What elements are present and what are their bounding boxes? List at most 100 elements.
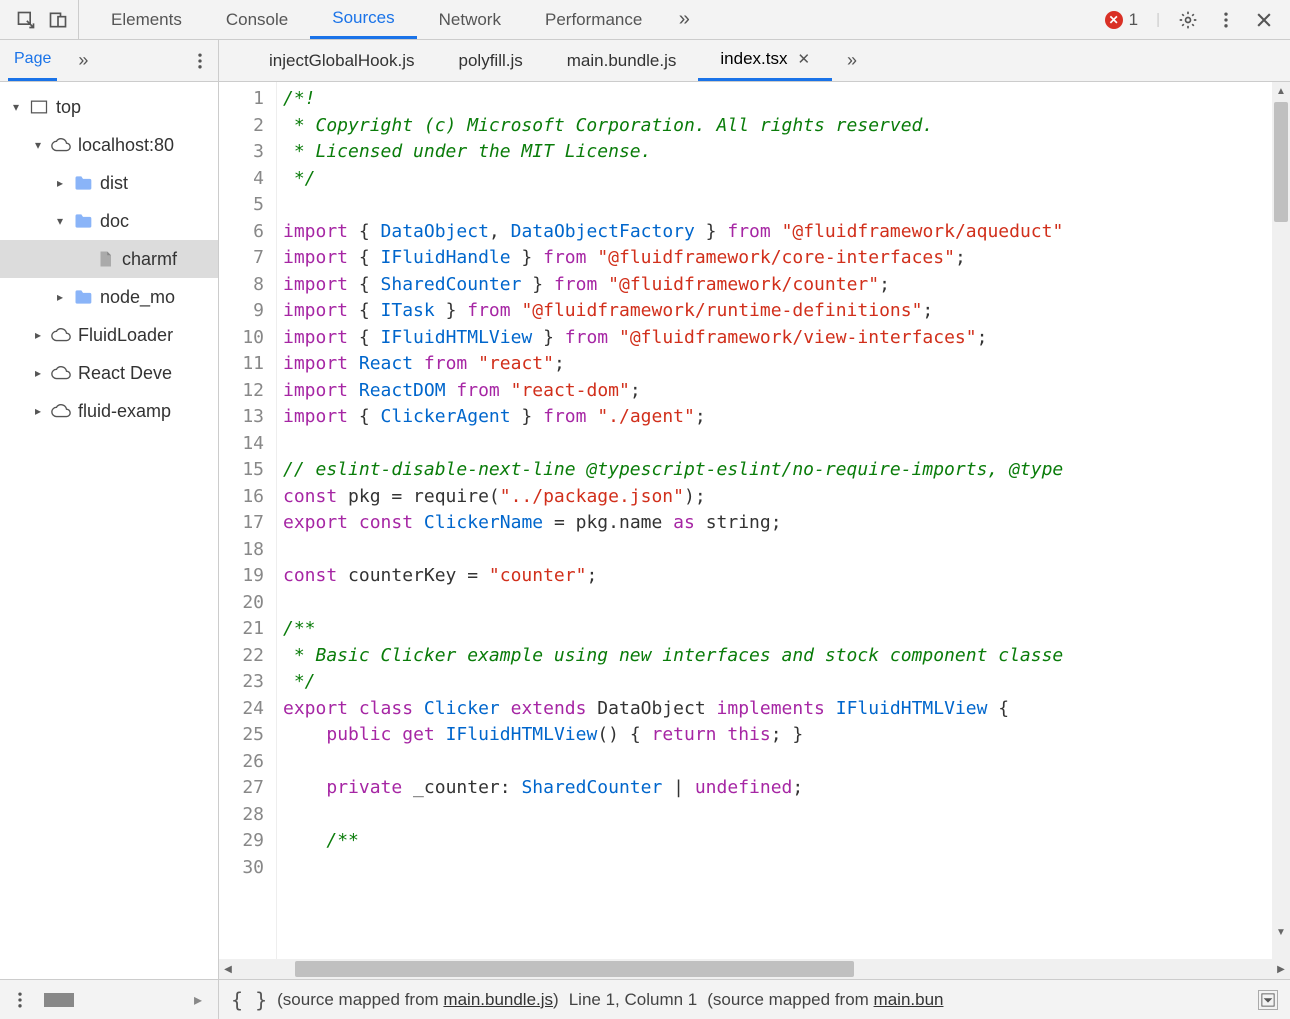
coverage-icon[interactable] — [1258, 990, 1278, 1010]
panel-tab-sources[interactable]: Sources — [310, 0, 416, 39]
expand-drawer-icon[interactable] — [10, 990, 30, 1010]
code-line[interactable]: import { SharedCounter } from "@fluidfra… — [283, 272, 1290, 299]
caret-right-icon[interactable] — [32, 366, 44, 380]
horizontal-scroll-thumb[interactable] — [295, 961, 854, 977]
line-number[interactable]: 27 — [219, 775, 264, 802]
line-number[interactable]: 20 — [219, 590, 264, 617]
line-number[interactable]: 23 — [219, 669, 264, 696]
line-number[interactable]: 13 — [219, 404, 264, 431]
panel-tab-performance[interactable]: Performance — [523, 0, 664, 39]
tree-row[interactable]: FluidLoader — [0, 316, 218, 354]
line-number[interactable]: 24 — [219, 696, 264, 723]
code-line[interactable]: /*! — [283, 86, 1290, 113]
line-number[interactable]: 21 — [219, 616, 264, 643]
line-number[interactable]: 15 — [219, 457, 264, 484]
more-file-tabs-icon[interactable]: » — [842, 51, 862, 71]
settings-gear-icon[interactable] — [1178, 10, 1198, 30]
code-line[interactable] — [283, 855, 1290, 882]
line-number[interactable]: 7 — [219, 245, 264, 272]
line-number[interactable]: 25 — [219, 722, 264, 749]
mapped-link[interactable]: main.bundle.js — [443, 990, 553, 1009]
tree-row[interactable]: dist — [0, 164, 218, 202]
code-line[interactable]: public get IFluidHTMLView() { return thi… — [283, 722, 1290, 749]
close-tab-icon[interactable]: ✕ — [797, 50, 810, 68]
close-devtools-icon[interactable] — [1254, 10, 1274, 30]
code-content[interactable]: /*! * Copyright (c) Microsoft Corporatio… — [277, 82, 1290, 959]
line-number[interactable]: 2 — [219, 113, 264, 140]
navigator-menu-icon[interactable] — [190, 51, 210, 71]
device-toggle-icon[interactable] — [48, 10, 68, 30]
drag-handle-icon[interactable] — [44, 993, 74, 1007]
caret-right-icon[interactable] — [54, 176, 66, 190]
code-line[interactable]: const counterKey = "counter"; — [283, 563, 1290, 590]
more-navigator-tabs-icon[interactable]: » — [73, 51, 93, 71]
inspect-element-icon[interactable] — [16, 10, 36, 30]
line-number[interactable]: 28 — [219, 802, 264, 829]
line-number[interactable]: 8 — [219, 272, 264, 299]
line-number[interactable]: 30 — [219, 855, 264, 882]
caret-right-icon[interactable] — [32, 328, 44, 342]
tree-row[interactable]: top — [0, 88, 218, 126]
code-line[interactable]: * Basic Clicker example using new interf… — [283, 643, 1290, 670]
line-number[interactable]: 22 — [219, 643, 264, 670]
line-number[interactable]: 11 — [219, 351, 264, 378]
line-number[interactable]: 19 — [219, 563, 264, 590]
line-number[interactable]: 18 — [219, 537, 264, 564]
code-line[interactable]: import { IFluidHandle } from "@fluidfram… — [283, 245, 1290, 272]
line-number[interactable]: 10 — [219, 325, 264, 352]
line-number[interactable]: 17 — [219, 510, 264, 537]
file-tab[interactable]: injectGlobalHook.js — [247, 40, 437, 81]
pretty-print-icon[interactable]: { } — [231, 988, 267, 1012]
drawer-chevron-icon[interactable]: ▸ — [188, 990, 208, 1010]
toggle-navigator-icon[interactable] — [227, 51, 247, 71]
panel-tab-console[interactable]: Console — [204, 0, 310, 39]
tree-row[interactable]: React Deve — [0, 354, 218, 392]
line-number[interactable]: 26 — [219, 749, 264, 776]
line-number[interactable]: 29 — [219, 828, 264, 855]
file-tab[interactable]: main.bundle.js — [545, 40, 699, 81]
code-line[interactable]: private _counter: SharedCounter | undefi… — [283, 775, 1290, 802]
code-line[interactable] — [283, 590, 1290, 617]
mapped-link-2[interactable]: main.bun — [874, 990, 944, 1009]
scroll-down-icon[interactable]: ▼ — [1272, 923, 1290, 941]
vertical-scroll-thumb[interactable] — [1274, 102, 1288, 222]
line-number[interactable]: 4 — [219, 166, 264, 193]
caret-right-icon[interactable] — [32, 404, 44, 418]
scroll-up-icon[interactable]: ▲ — [1272, 82, 1290, 100]
code-line[interactable]: export class Clicker extends DataObject … — [283, 696, 1290, 723]
code-line[interactable]: */ — [283, 166, 1290, 193]
tree-row[interactable]: doc — [0, 202, 218, 240]
vertical-scrollbar[interactable]: ▲ ▼ — [1272, 82, 1290, 959]
code-line[interactable]: /** — [283, 828, 1290, 855]
code-line[interactable] — [283, 749, 1290, 776]
code-line[interactable] — [283, 431, 1290, 458]
code-line[interactable]: /** — [283, 616, 1290, 643]
line-number[interactable]: 5 — [219, 192, 264, 219]
code-line[interactable]: */ — [283, 669, 1290, 696]
file-tab[interactable]: polyfill.js — [437, 40, 545, 81]
error-badge[interactable]: ✕ 1 — [1105, 10, 1138, 30]
code-line[interactable]: import React from "react"; — [283, 351, 1290, 378]
tree-row[interactable]: fluid-examp — [0, 392, 218, 430]
code-line[interactable]: import { ITask } from "@fluidframework/r… — [283, 298, 1290, 325]
tree-row[interactable]: localhost:80 — [0, 126, 218, 164]
line-number[interactable]: 16 — [219, 484, 264, 511]
caret-down-icon[interactable] — [10, 100, 22, 114]
code-line[interactable] — [283, 802, 1290, 829]
caret-down-icon[interactable] — [32, 138, 44, 152]
kebab-menu-icon[interactable] — [1216, 10, 1236, 30]
caret-right-icon[interactable] — [54, 290, 66, 304]
code-line[interactable]: import { ClickerAgent } from "./agent"; — [283, 404, 1290, 431]
line-number[interactable]: 3 — [219, 139, 264, 166]
panel-tab-elements[interactable]: Elements — [89, 0, 204, 39]
code-line[interactable]: // eslint-disable-next-line @typescript-… — [283, 457, 1290, 484]
code-line[interactable]: * Licensed under the MIT License. — [283, 139, 1290, 166]
code-line[interactable] — [283, 537, 1290, 564]
tree-row[interactable]: node_mo — [0, 278, 218, 316]
scroll-left-icon[interactable]: ◀ — [219, 964, 237, 975]
caret-down-icon[interactable] — [54, 214, 66, 228]
line-number[interactable]: 14 — [219, 431, 264, 458]
horizontal-scrollbar[interactable]: ◀ ▶ — [219, 959, 1290, 979]
line-number[interactable]: 9 — [219, 298, 264, 325]
code-line[interactable] — [283, 192, 1290, 219]
